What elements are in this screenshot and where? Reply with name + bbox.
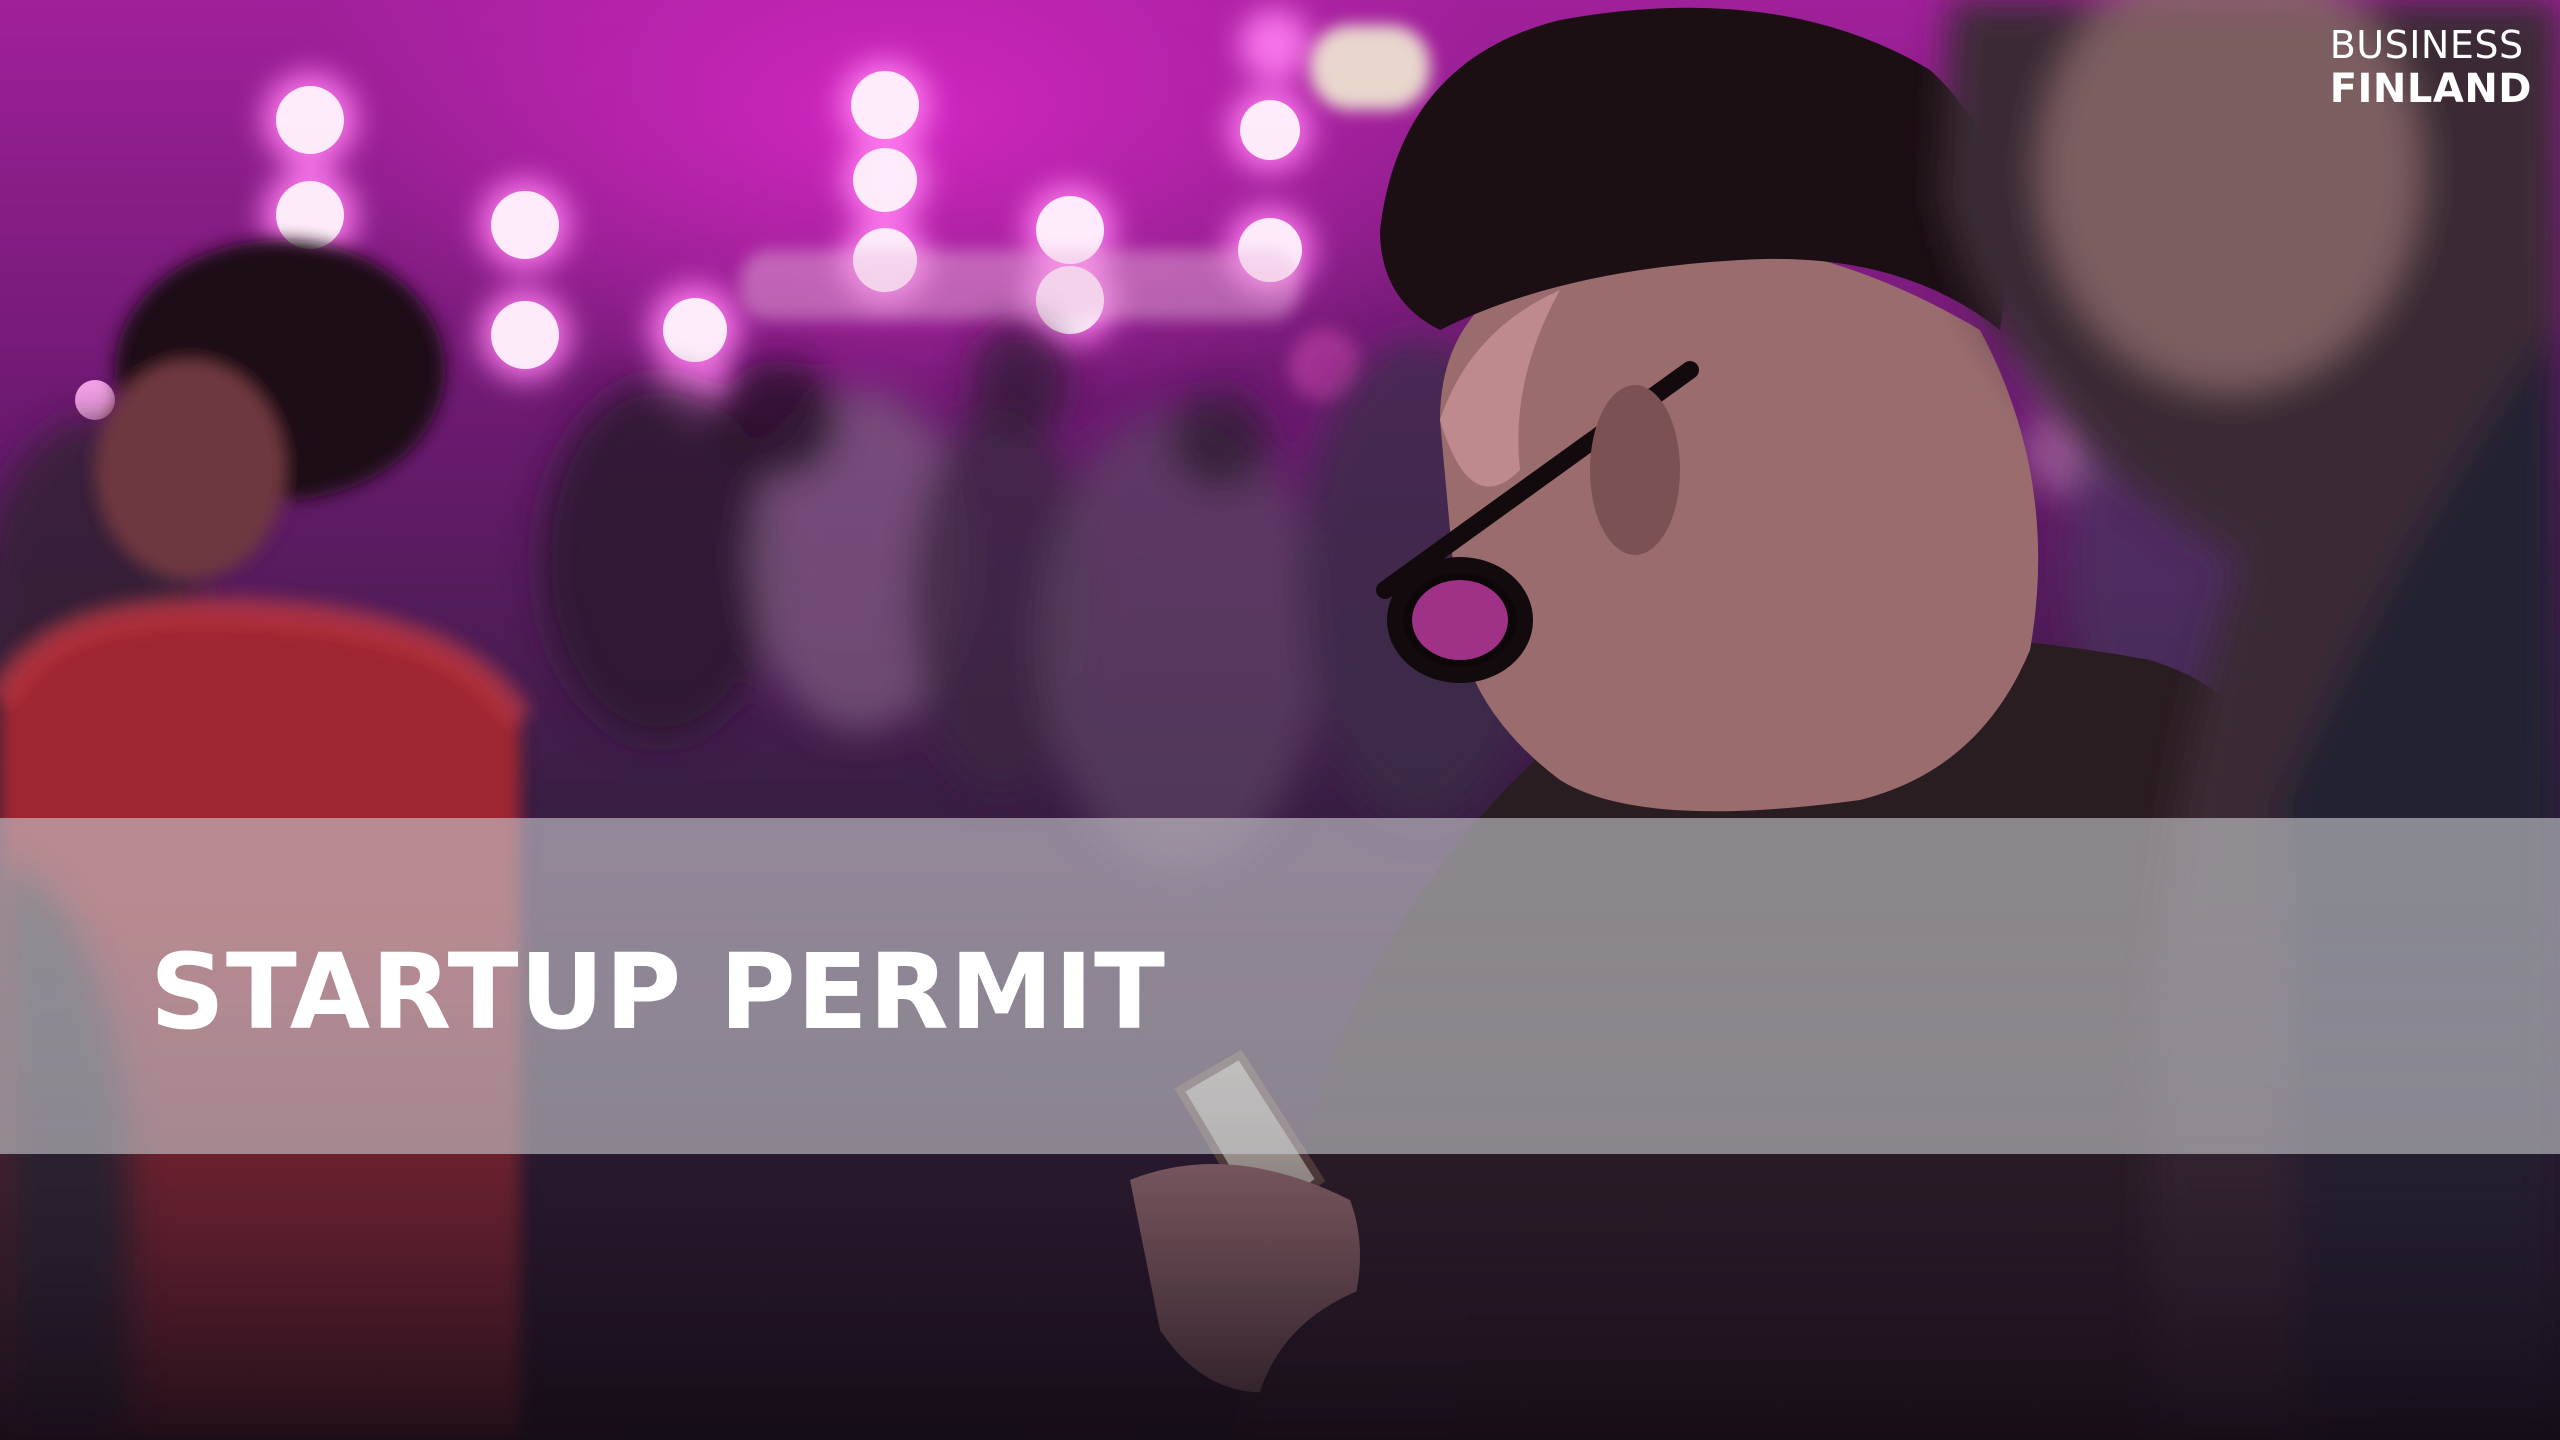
logo-line-business: BUSINESS	[2329, 23, 2524, 67]
slide: STARTUP PERMIT BUSINESS FINLAND	[0, 0, 2560, 1440]
background-photo	[0, 0, 2560, 1440]
logo-line-finland: FINLAND	[2329, 65, 2532, 112]
slide-title: STARTUP PERMIT	[150, 931, 1166, 1053]
business-finland-logo: BUSINESS FINLAND	[2330, 24, 2532, 111]
